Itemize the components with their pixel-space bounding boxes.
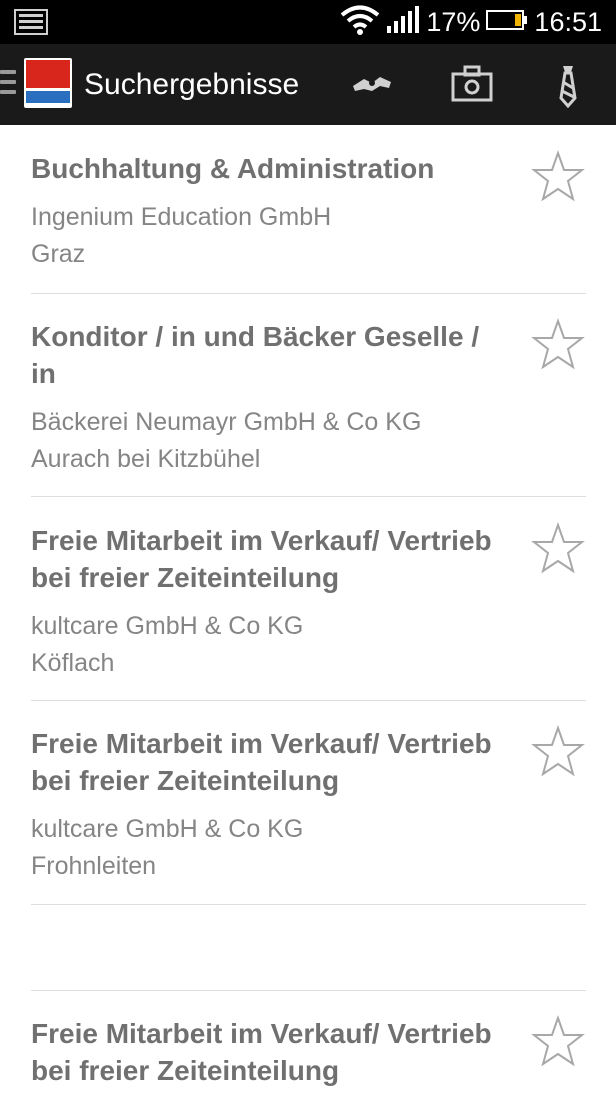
app-logo[interactable] bbox=[24, 58, 72, 108]
action-bar: Suchergebnisse bbox=[0, 44, 616, 125]
list-item[interactable]: Freie Mitarbeit im Verkauf/ Vertrieb bei… bbox=[31, 724, 586, 885]
battery-icon bbox=[486, 9, 528, 36]
clock: 16:51 bbox=[534, 7, 602, 37]
hands-icon[interactable] bbox=[350, 64, 394, 104]
favorite-star-icon[interactable] bbox=[530, 149, 586, 206]
drawer-menu-icon[interactable] bbox=[0, 70, 16, 98]
job-title: Buchhaltung & Administration bbox=[31, 153, 435, 184]
job-location: Aurach bei Kitzbühel bbox=[31, 445, 261, 473]
divider bbox=[31, 496, 586, 497]
list-item[interactable]: Freie Mitarbeit im Verkauf/ Vertrieb bei… bbox=[31, 521, 586, 682]
job-location: Frohnleiten bbox=[31, 852, 157, 880]
company-name: Ingenium Education GmbH bbox=[31, 203, 332, 231]
favorite-star-icon[interactable] bbox=[530, 317, 586, 374]
favorite-star-icon[interactable] bbox=[530, 521, 586, 578]
list-item[interactable]: Buchhaltung & Administration Ingenium Ed… bbox=[31, 149, 586, 273]
favorite-star-icon[interactable] bbox=[530, 724, 586, 781]
job-location: Köflach bbox=[31, 649, 115, 677]
tie-icon[interactable] bbox=[548, 64, 592, 109]
company-name: kultcare GmbH & Co KG bbox=[31, 612, 304, 640]
battery-percent: 17% bbox=[426, 7, 481, 37]
notification-icon bbox=[14, 9, 48, 40]
page-title: Suchergebnisse bbox=[84, 68, 300, 101]
wifi-icon bbox=[340, 4, 380, 41]
divider bbox=[31, 293, 586, 294]
list-item[interactable]: Konditor / in und Bäcker Geselle / in Bä… bbox=[31, 317, 586, 478]
job-title: Freie Mitarbeit im Verkauf/ Vertrieb bei… bbox=[31, 525, 492, 593]
status-bar: 17% 16:51 bbox=[0, 0, 616, 44]
divider bbox=[31, 990, 586, 991]
signal-icon bbox=[386, 5, 420, 39]
briefcase-icon[interactable] bbox=[450, 64, 494, 104]
divider bbox=[31, 700, 586, 701]
company-name: kultcare GmbH & Co KG bbox=[31, 815, 304, 843]
list-item[interactable]: Freie Mitarbeit im Verkauf/ Vertrieb bei… bbox=[31, 1014, 586, 1089]
divider bbox=[31, 904, 586, 905]
job-location: Graz bbox=[31, 240, 86, 268]
favorite-star-icon[interactable] bbox=[530, 1014, 586, 1071]
company-name: Bäckerei Neumayr GmbH & Co KG bbox=[31, 408, 422, 436]
job-title: Freie Mitarbeit im Verkauf/ Vertrieb bei… bbox=[31, 1018, 492, 1086]
job-title: Konditor / in und Bäcker Geselle / in bbox=[31, 321, 480, 389]
job-title: Freie Mitarbeit im Verkauf/ Vertrieb bei… bbox=[31, 728, 492, 796]
